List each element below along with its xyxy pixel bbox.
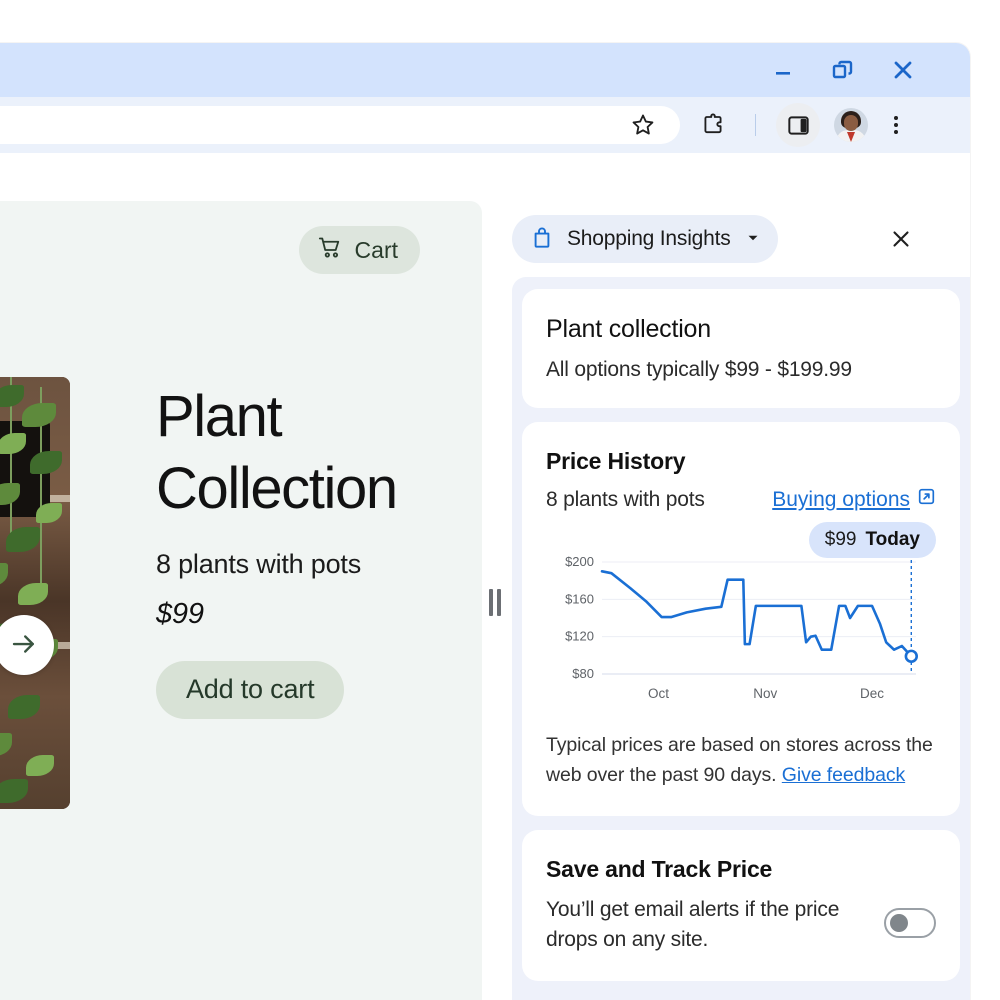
svg-text:$160: $160 (565, 591, 594, 606)
product-info: Plant Collection 8 plants with pots $99 … (156, 381, 456, 719)
browser-window: Cart Plant Collection 8 plants with pots… (0, 43, 970, 1000)
save-and-track-card: Save and Track Price You’ll get email al… (522, 830, 960, 982)
extensions-icon[interactable] (691, 103, 735, 147)
close-icon (889, 227, 913, 254)
toolbar-divider (755, 114, 756, 136)
today-price-badge: $99 Today (808, 522, 936, 558)
open-in-new-icon (917, 487, 936, 512)
product-overview-card: Plant collection All options typically $… (522, 289, 960, 408)
more-menu-icon[interactable] (874, 103, 918, 147)
browser-toolbar (0, 97, 970, 153)
side-panel-title: Shopping Insights (567, 227, 731, 250)
panel-resize-handle[interactable] (482, 201, 508, 1000)
svg-text:Nov: Nov (753, 686, 777, 701)
svg-text:Oct: Oct (648, 686, 669, 701)
track-heading: Save and Track Price (546, 856, 773, 883)
tab-strip-gap (0, 153, 970, 201)
svg-text:$200: $200 (565, 554, 594, 569)
minimize-icon[interactable] (768, 55, 798, 85)
today-badge-label: Today (865, 529, 920, 550)
buying-options-link[interactable]: Buying options (772, 487, 936, 512)
cart-button-label: Cart (354, 236, 398, 263)
svg-text:Dec: Dec (860, 686, 884, 701)
restore-icon[interactable] (828, 55, 858, 85)
resize-grip-icon (489, 588, 501, 616)
toggle-knob (890, 914, 908, 933)
price-history-heading: Price History (546, 448, 686, 474)
product-title-line1: Plant (156, 384, 283, 449)
overview-heading: Plant collection (546, 315, 711, 343)
close-side-panel-button[interactable] (884, 223, 918, 257)
product-title-line2: Collection (156, 455, 398, 521)
svg-text:$80: $80 (572, 666, 594, 681)
window-controls (768, 55, 970, 85)
address-bar[interactable] (0, 106, 680, 144)
profile-avatar[interactable] (834, 108, 868, 142)
side-panel: Shopping Insights Plant collection All o… (508, 201, 970, 1000)
price-history-meta: 8 plants with pots Buying options (546, 487, 936, 512)
add-to-cart-button[interactable]: Add to cart (156, 660, 345, 719)
page-title: Plant Collection (156, 381, 456, 525)
price-history-product-line: 8 plants with pots (546, 487, 705, 511)
price-history-card: Price History 8 plants with pots Buying … (522, 422, 960, 817)
arrow-right-icon (9, 629, 39, 662)
bookmark-star-icon[interactable] (621, 103, 665, 147)
cart-button[interactable]: Cart (298, 226, 420, 274)
svg-text:$120: $120 (565, 629, 594, 644)
product-image (0, 377, 70, 809)
price-history-chart: $99 Today $200 $160 $120 $80 Oct Nov Dec (546, 522, 936, 712)
side-panel-icon[interactable] (776, 103, 820, 147)
browser-content: Cart Plant Collection 8 plants with pots… (0, 201, 970, 1000)
shopping-bag-icon (530, 226, 554, 253)
side-panel-header: Shopping Insights (508, 201, 970, 277)
product-price: $99 (156, 597, 204, 630)
price-alert-toggle[interactable] (884, 908, 936, 939)
product-subtitle: 8 plants with pots (156, 548, 362, 579)
chevron-down-icon (744, 229, 762, 250)
price-history-note: Typical prices are based on stores acros… (546, 730, 936, 790)
web-page-pane: Cart Plant Collection 8 plants with pots… (0, 201, 482, 1000)
buying-options-label: Buying options (772, 487, 910, 511)
give-feedback-link[interactable]: Give feedback (782, 764, 905, 786)
toolbar-actions (621, 103, 970, 147)
browser-titlebar (0, 43, 970, 97)
overview-subtext: All options typically $99 - $199.99 (546, 358, 852, 381)
track-description: You’ll get email alerts if the price dro… (546, 898, 840, 952)
price-line-chart: $200 $160 $120 $80 Oct Nov Dec (565, 554, 918, 701)
screenshot-root: Cart Plant Collection 8 plants with pots… (0, 0, 1000, 1000)
side-panel-selector[interactable]: Shopping Insights (512, 215, 778, 263)
close-icon[interactable] (888, 55, 918, 85)
today-badge-amount: $99 (824, 529, 857, 550)
shopping-cart-icon (317, 234, 344, 267)
track-row: You’ll get email alerts if the price dro… (546, 883, 936, 955)
side-panel-body: Plant collection All options typically $… (512, 277, 970, 1000)
